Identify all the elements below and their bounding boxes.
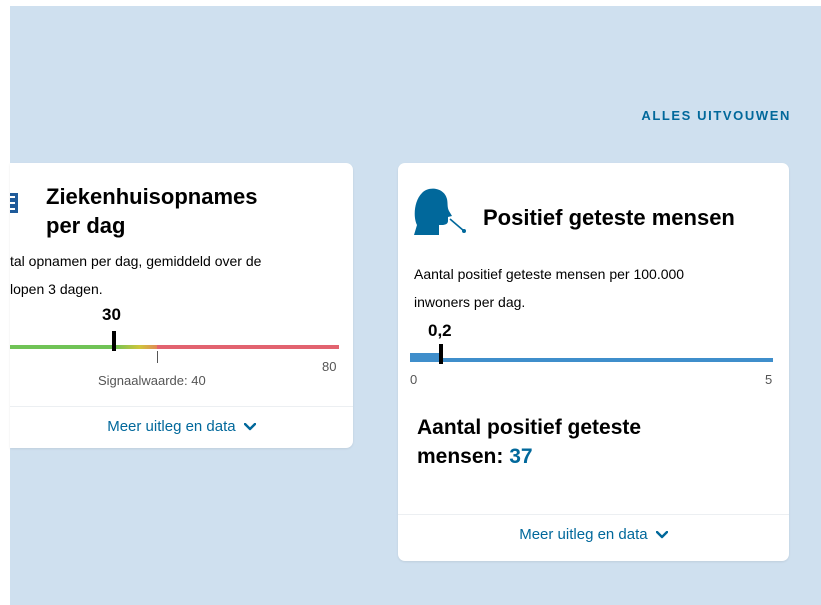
card-divider xyxy=(398,514,789,515)
card-title-line1: Ziekenhuisopnames xyxy=(46,184,258,209)
description-line2: inwoners per dag. xyxy=(414,294,526,310)
value-marker xyxy=(439,344,443,364)
hospital-icon xyxy=(10,193,18,213)
description-line1: tal opnamen per dag, gemiddeld over de xyxy=(10,253,262,269)
axis-min-label: 0 xyxy=(410,372,418,387)
description-line2: lopen 3 dagen. xyxy=(10,281,103,297)
value-marker xyxy=(112,331,116,351)
more-info-link[interactable]: Meer uitleg en data xyxy=(398,526,789,543)
footer-value: 37 xyxy=(509,445,533,468)
signal-tick xyxy=(157,351,158,363)
axis-max-label: 5 xyxy=(765,372,773,387)
hospital-admissions-card: Ziekenhuisopnames per dag tal opnamen pe… xyxy=(10,163,353,448)
chevron-down-icon xyxy=(655,531,668,539)
footer-label-line2: mensen: xyxy=(417,445,504,468)
card-description: tal opnamen per dag, gemiddeld over de l… xyxy=(10,247,261,303)
description-line1: Aantal positief geteste mensen per 100.0… xyxy=(414,266,685,282)
footer-summary: Aantal positief geteste mensen: 37 xyxy=(417,413,641,471)
person-swab-test-icon xyxy=(412,187,468,237)
current-value: 30 xyxy=(102,305,121,324)
expand-all-button[interactable]: ALLES UITVOUWEN xyxy=(641,108,791,123)
positive-tests-card: Positief geteste mensen Aantal positief … xyxy=(398,163,789,561)
more-info-label: Meer uitleg en data xyxy=(519,526,648,543)
card-description: Aantal positief geteste mensen per 100.0… xyxy=(414,260,684,316)
card-title-line2: per dag xyxy=(46,213,126,238)
axis-max-label: 80 xyxy=(322,359,337,374)
more-info-link[interactable]: Meer uitleg en data xyxy=(10,418,353,435)
footer-label-line1: Aantal positief geteste xyxy=(417,416,642,439)
more-info-label: Meer uitleg en data xyxy=(107,418,236,435)
bar-red xyxy=(157,345,339,349)
card-title: Positief geteste mensen xyxy=(483,205,735,230)
signal-value-label: Signaalwaarde: 40 xyxy=(98,373,206,388)
chevron-down-icon xyxy=(243,423,256,431)
bar-green xyxy=(10,345,114,349)
card-title: Ziekenhuisopnames per dag xyxy=(46,182,258,240)
current-value: 0,2 xyxy=(428,321,452,340)
bar-track xyxy=(410,358,773,362)
bar-fill xyxy=(410,353,440,362)
bar-yellow xyxy=(114,345,157,349)
card-divider xyxy=(10,406,353,407)
